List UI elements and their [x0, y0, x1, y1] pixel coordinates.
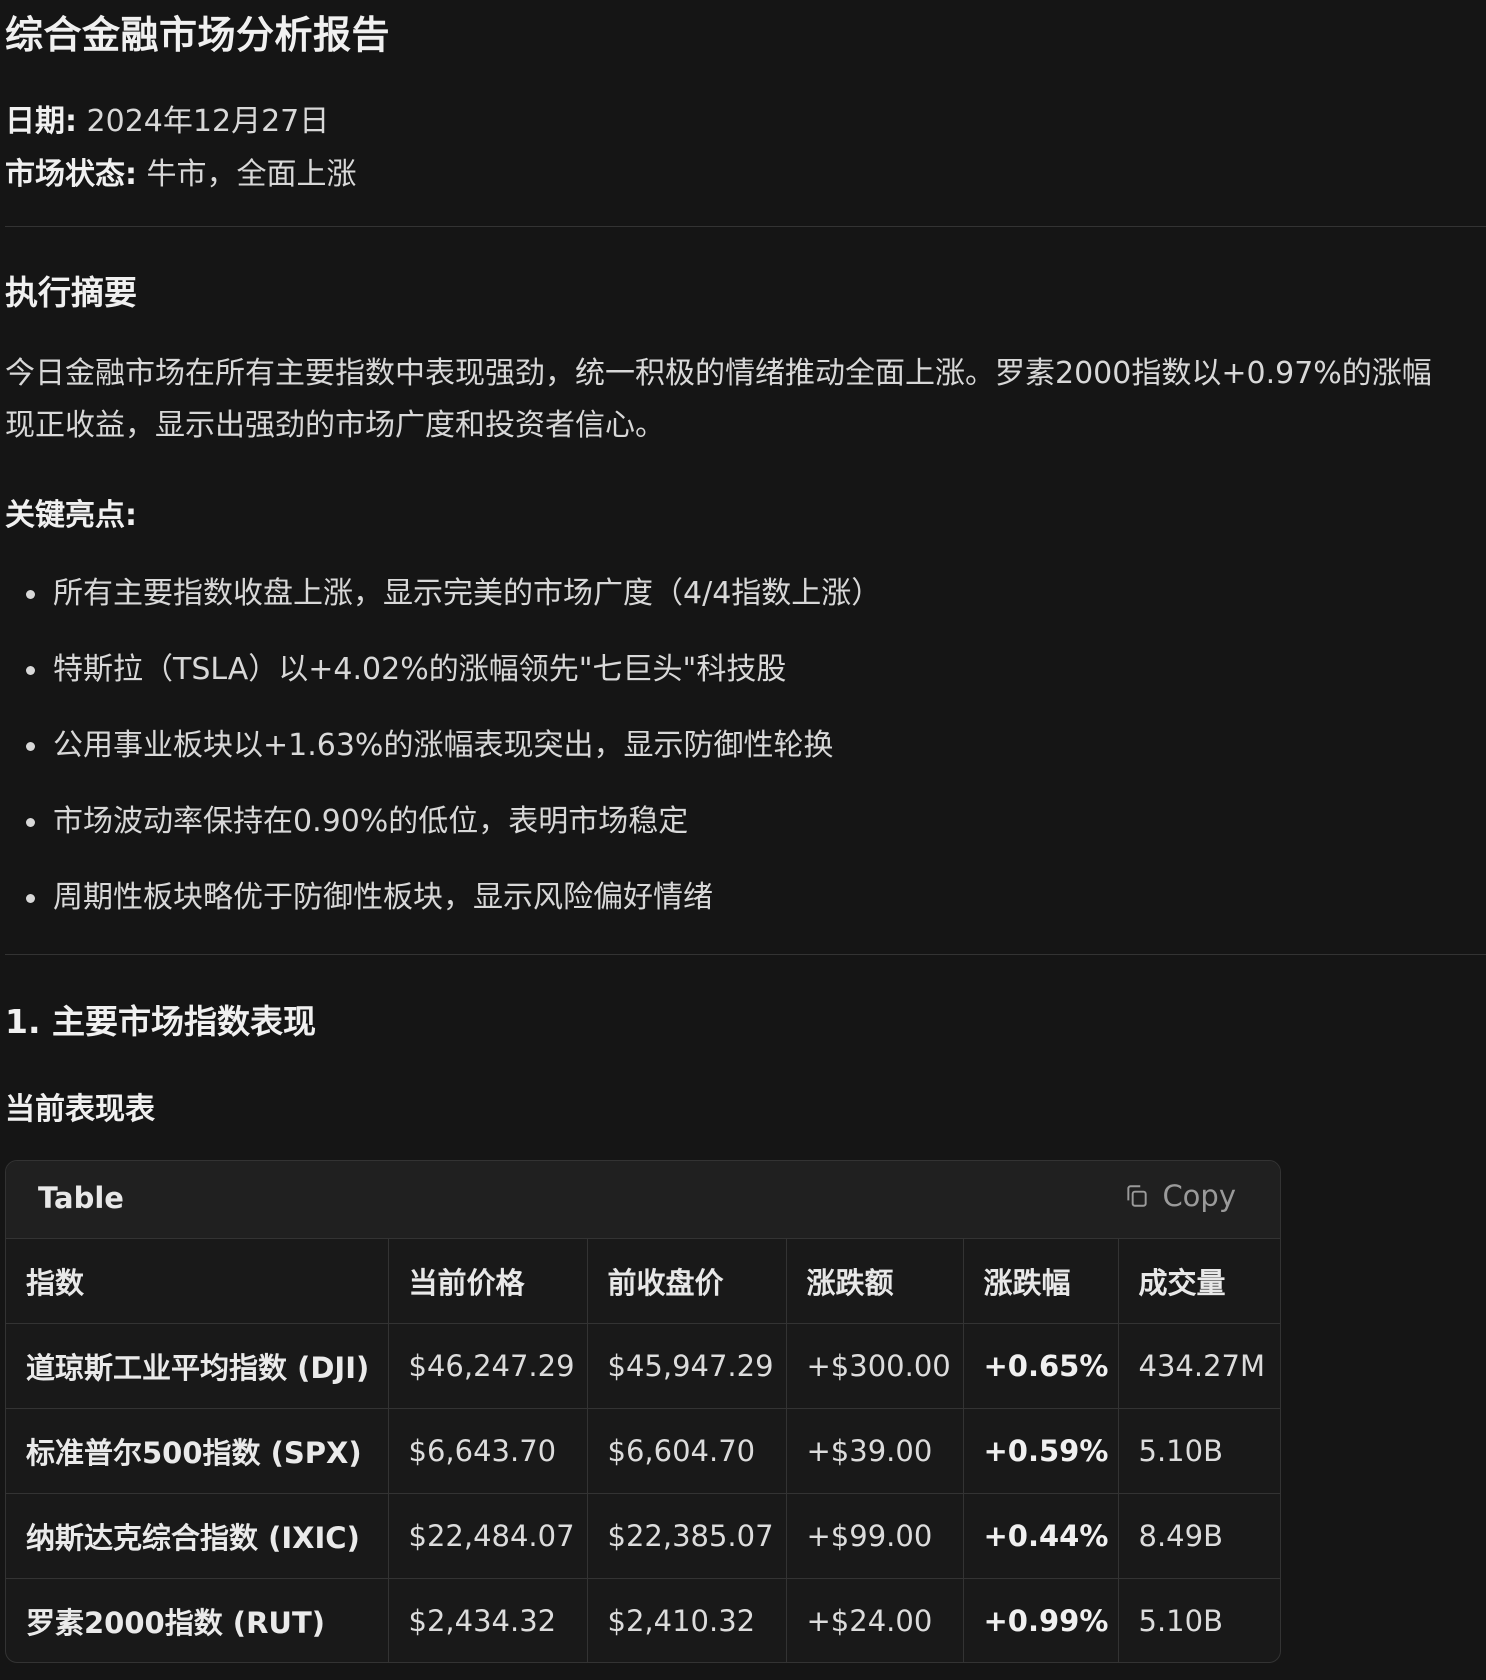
change-amount-cell: +$99.00 — [786, 1493, 964, 1579]
volume-cell: 8.49B — [1118, 1493, 1280, 1579]
table-row: 标准普尔500指数 (SPX) $6,643.70 $6,604.70 +$39… — [6, 1408, 1280, 1494]
table-card: Table Copy 指数 当前价格 前收盘价 涨跌额 涨跌幅 成交量 道琼斯工… — [5, 1160, 1281, 1663]
highlights-list: 所有主要指数收盘上涨，显示完美的市场广度（4/4指数上涨） 特斯拉（TSLA）以… — [5, 566, 881, 946]
change-percent-cell: +0.99% — [963, 1578, 1119, 1662]
copy-button-label: Copy — [1162, 1179, 1236, 1213]
copy-icon — [1127, 1185, 1148, 1207]
market-status-value: 牛市，全面上涨 — [146, 157, 357, 192]
list-item: 特斯拉（TSLA）以+4.02%的涨幅领先"七巨头"科技股 — [5, 642, 881, 718]
current-price-cell: $46,247.29 — [388, 1323, 588, 1409]
section-1-subheading: 当前表现表 — [5, 1092, 155, 1127]
list-item-text: 周期性板块略优于防御性板块，显示风险偏好情绪 — [53, 880, 713, 915]
section-1-heading: 1. 主要市场指数表现 — [5, 1002, 316, 1041]
change-percent-cell: +0.65% — [963, 1323, 1119, 1409]
index-name-cell: 道琼斯工业平均指数 (DJI) — [6, 1323, 389, 1409]
current-price-cell: $2,434.32 — [388, 1578, 588, 1662]
column-header: 涨跌幅 — [963, 1239, 1119, 1324]
date-value: 2024年12月27日 — [86, 104, 330, 139]
index-name-cell: 纳斯达克综合指数 (IXIC) — [6, 1493, 389, 1579]
list-item-text: 所有主要指数收盘上涨，显示完美的市场广度（4/4指数上涨） — [53, 576, 882, 611]
table-row: 纳斯达克综合指数 (IXIC) $22,484.07 $22,385.07 +$… — [6, 1493, 1280, 1579]
previous-close-cell: $2,410.32 — [587, 1578, 787, 1662]
index-name-cell: 标准普尔500指数 (SPX) — [6, 1408, 389, 1494]
column-header: 当前价格 — [388, 1239, 588, 1324]
volume-cell: 5.10B — [1118, 1408, 1280, 1494]
column-header: 涨跌额 — [786, 1239, 964, 1324]
list-item-text: 公用事业板块以+1.63%的涨幅表现突出，显示防御性轮换 — [53, 728, 834, 763]
current-price-cell: $6,643.70 — [388, 1408, 588, 1494]
table-row: 罗素2000指数 (RUT) $2,434.32 $2,410.32 +$24.… — [6, 1578, 1280, 1662]
copy-button[interactable]: Copy — [1124, 1179, 1236, 1213]
bullet-icon — [26, 590, 35, 599]
market-status-label: 市场状态: — [5, 157, 137, 192]
divider — [5, 226, 1486, 227]
column-header: 前收盘价 — [587, 1239, 787, 1324]
previous-close-cell: $6,604.70 — [587, 1408, 787, 1494]
current-price-cell: $22,484.07 — [388, 1493, 588, 1579]
summary-heading: 执行摘要 — [5, 273, 137, 312]
change-amount-cell: +$39.00 — [786, 1408, 964, 1494]
bullet-icon — [26, 894, 35, 903]
previous-close-cell: $22,385.07 — [587, 1493, 787, 1579]
table-header-row: 指数 当前价格 前收盘价 涨跌额 涨跌幅 成交量 — [6, 1239, 1280, 1324]
table-label: Table — [38, 1181, 124, 1215]
volume-cell: 5.10B — [1138, 1604, 1223, 1638]
change-percent-cell: +0.44% — [963, 1493, 1119, 1579]
column-header: 指数 — [6, 1239, 389, 1324]
summary-line-2: 现正收益，显示出强劲的市场广度和投资者信心。 — [5, 408, 665, 443]
column-header: 成交量 — [1118, 1239, 1280, 1324]
list-item-text: 市场波动率保持在0.90%的低位，表明市场稳定 — [53, 804, 689, 839]
list-item: 周期性板块略优于防御性板块，显示风险偏好情绪 — [5, 870, 881, 946]
date-line: 日期: 2024年12月27日 — [5, 96, 329, 140]
change-amount-cell: +$24.00 — [786, 1578, 964, 1662]
table-toolbar: Table Copy — [6, 1161, 1280, 1239]
list-item: 市场波动率保持在0.90%的低位，表明市场稳定 — [5, 794, 881, 870]
summary-line-1: 今日金融市场在所有主要指数中表现强劲，统一积极的情绪推动全面上涨。罗素2000指… — [5, 356, 1432, 391]
change-amount-cell: +$300.00 — [786, 1323, 964, 1409]
bullet-icon — [26, 742, 35, 751]
bullet-icon — [26, 818, 35, 827]
index-performance-table: 指数 当前价格 前收盘价 涨跌额 涨跌幅 成交量 道琼斯工业平均指数 (DJI)… — [6, 1239, 1280, 1662]
market-status-line: 市场状态: 牛市，全面上涨 — [5, 149, 357, 193]
index-name-cell: 罗素2000指数 (RUT) — [6, 1578, 389, 1662]
date-label: 日期: — [5, 104, 77, 139]
divider — [5, 954, 1486, 955]
list-item: 公用事业板块以+1.63%的涨幅表现突出，显示防御性轮换 — [5, 718, 881, 794]
page-title: 综合金融市场分析报告 — [5, 13, 391, 57]
previous-close-cell: $45,947.29 — [587, 1323, 787, 1409]
volume-cell: 434.27M — [1118, 1323, 1280, 1409]
list-item: 所有主要指数收盘上涨，显示完美的市场广度（4/4指数上涨） — [5, 566, 881, 642]
list-item-text: 特斯拉（TSLA）以+4.02%的涨幅领先"七巨头"科技股 — [53, 652, 787, 687]
bullet-icon — [26, 666, 35, 675]
highlights-heading: 关键亮点: — [5, 498, 137, 533]
table-row: 道琼斯工业平均指数 (DJI) $46,247.29 $45,947.29 +$… — [6, 1323, 1280, 1409]
change-percent-cell: +0.59% — [963, 1408, 1119, 1494]
summary-paragraph: 今日金融市场在所有主要指数中表现强劲，统一积极的情绪推动全面上涨。罗素2000指… — [5, 348, 1486, 452]
